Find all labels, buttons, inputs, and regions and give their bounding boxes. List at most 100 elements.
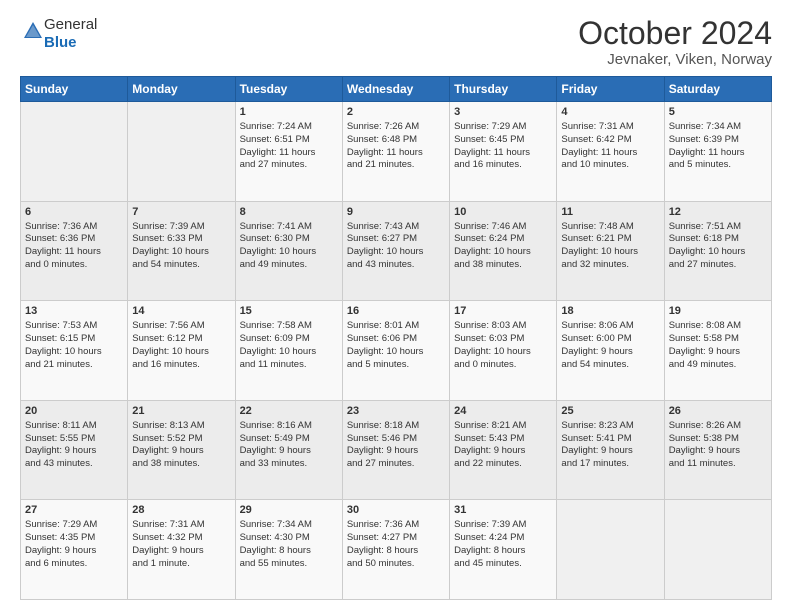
day-info-line: Sunrise: 8:18 AM	[347, 420, 445, 433]
calendar-cell: 11Sunrise: 7:48 AMSunset: 6:21 PMDayligh…	[557, 201, 664, 301]
day-info-line: Daylight: 11 hours	[669, 147, 767, 160]
day-info-line: Sunset: 4:35 PM	[25, 532, 123, 545]
day-header-monday: Monday	[128, 77, 235, 102]
day-number: 2	[347, 105, 445, 120]
day-info-line: and 6 minutes.	[25, 558, 123, 571]
day-info-line: and 22 minutes.	[454, 458, 552, 471]
day-info-line: Sunset: 6:24 PM	[454, 233, 552, 246]
logo-text: General Blue	[44, 16, 97, 52]
day-info-line: Sunrise: 7:36 AM	[25, 221, 123, 234]
day-info-line: Sunset: 5:43 PM	[454, 433, 552, 446]
day-info-line: and 54 minutes.	[561, 359, 659, 372]
day-info-line: Sunset: 4:24 PM	[454, 532, 552, 545]
calendar-cell: 21Sunrise: 8:13 AMSunset: 5:52 PMDayligh…	[128, 400, 235, 500]
day-info-line: Sunrise: 7:39 AM	[132, 221, 230, 234]
calendar-cell: 3Sunrise: 7:29 AMSunset: 6:45 PMDaylight…	[450, 102, 557, 202]
day-info-line: Daylight: 11 hours	[347, 147, 445, 160]
calendar-cell: 18Sunrise: 8:06 AMSunset: 6:00 PMDayligh…	[557, 301, 664, 401]
calendar-cell: 5Sunrise: 7:34 AMSunset: 6:39 PMDaylight…	[664, 102, 771, 202]
day-info-line: Daylight: 9 hours	[132, 545, 230, 558]
day-info-line: Sunrise: 7:58 AM	[240, 320, 338, 333]
day-info-line: Sunset: 6:06 PM	[347, 333, 445, 346]
day-info-line: Sunset: 6:36 PM	[25, 233, 123, 246]
day-number: 24	[454, 404, 552, 419]
day-info-line: Daylight: 9 hours	[25, 545, 123, 558]
calendar-cell: 6Sunrise: 7:36 AMSunset: 6:36 PMDaylight…	[21, 201, 128, 301]
day-info-line: Sunrise: 8:16 AM	[240, 420, 338, 433]
day-info-line: Sunrise: 7:53 AM	[25, 320, 123, 333]
day-info-line: Daylight: 10 hours	[347, 246, 445, 259]
calendar-page: General Blue October 2024 Jevnaker, Vike…	[0, 0, 792, 612]
day-number: 13	[25, 304, 123, 319]
calendar-cell	[664, 500, 771, 600]
day-number: 12	[669, 205, 767, 220]
calendar-cell: 4Sunrise: 7:31 AMSunset: 6:42 PMDaylight…	[557, 102, 664, 202]
day-info-line: and 49 minutes.	[669, 359, 767, 372]
calendar-cell: 14Sunrise: 7:56 AMSunset: 6:12 PMDayligh…	[128, 301, 235, 401]
day-info-line: Sunrise: 7:36 AM	[347, 519, 445, 532]
day-info-line: and 16 minutes.	[132, 359, 230, 372]
calendar-week-5: 27Sunrise: 7:29 AMSunset: 4:35 PMDayligh…	[21, 500, 772, 600]
day-number: 15	[240, 304, 338, 319]
day-info-line: Sunrise: 8:23 AM	[561, 420, 659, 433]
calendar-cell: 10Sunrise: 7:46 AMSunset: 6:24 PMDayligh…	[450, 201, 557, 301]
day-info-line: Sunset: 5:52 PM	[132, 433, 230, 446]
calendar-cell	[557, 500, 664, 600]
calendar-cell	[21, 102, 128, 202]
day-info-line: and 38 minutes.	[132, 458, 230, 471]
calendar-cell: 30Sunrise: 7:36 AMSunset: 4:27 PMDayligh…	[342, 500, 449, 600]
day-info-line: Daylight: 10 hours	[454, 346, 552, 359]
calendar-cell: 22Sunrise: 8:16 AMSunset: 5:49 PMDayligh…	[235, 400, 342, 500]
day-info-line: Sunset: 6:30 PM	[240, 233, 338, 246]
day-number: 11	[561, 205, 659, 220]
day-info-line: and 33 minutes.	[240, 458, 338, 471]
calendar-cell: 16Sunrise: 8:01 AMSunset: 6:06 PMDayligh…	[342, 301, 449, 401]
calendar-subtitle: Jevnaker, Viken, Norway	[578, 51, 772, 68]
day-info-line: and 27 minutes.	[347, 458, 445, 471]
day-info-line: Sunrise: 7:43 AM	[347, 221, 445, 234]
day-number: 3	[454, 105, 552, 120]
day-info-line: Sunrise: 7:29 AM	[454, 121, 552, 134]
day-info-line: and 21 minutes.	[25, 359, 123, 372]
calendar-cell: 19Sunrise: 8:08 AMSunset: 5:58 PMDayligh…	[664, 301, 771, 401]
day-info-line: Daylight: 10 hours	[240, 246, 338, 259]
calendar-cell: 25Sunrise: 8:23 AMSunset: 5:41 PMDayligh…	[557, 400, 664, 500]
day-info-line: and 5 minutes.	[669, 159, 767, 172]
day-info-line: and 0 minutes.	[25, 259, 123, 272]
calendar-cell: 1Sunrise: 7:24 AMSunset: 6:51 PMDaylight…	[235, 102, 342, 202]
day-number: 5	[669, 105, 767, 120]
day-info-line: Sunset: 6:03 PM	[454, 333, 552, 346]
day-info-line: Sunrise: 7:46 AM	[454, 221, 552, 234]
day-number: 20	[25, 404, 123, 419]
day-info-line: Sunrise: 8:26 AM	[669, 420, 767, 433]
day-info-line: Sunrise: 7:29 AM	[25, 519, 123, 532]
calendar-week-4: 20Sunrise: 8:11 AMSunset: 5:55 PMDayligh…	[21, 400, 772, 500]
logo: General Blue	[20, 16, 97, 52]
day-info-line: Sunrise: 7:31 AM	[132, 519, 230, 532]
day-info-line: Sunrise: 8:03 AM	[454, 320, 552, 333]
day-info-line: and 1 minute.	[132, 558, 230, 571]
day-info-line: Daylight: 10 hours	[25, 346, 123, 359]
calendar-cell: 12Sunrise: 7:51 AMSunset: 6:18 PMDayligh…	[664, 201, 771, 301]
calendar-cell: 23Sunrise: 8:18 AMSunset: 5:46 PMDayligh…	[342, 400, 449, 500]
day-info-line: Daylight: 10 hours	[347, 346, 445, 359]
day-number: 10	[454, 205, 552, 220]
day-info-line: Daylight: 9 hours	[454, 445, 552, 458]
calendar-week-2: 6Sunrise: 7:36 AMSunset: 6:36 PMDaylight…	[21, 201, 772, 301]
day-info-line: Daylight: 8 hours	[240, 545, 338, 558]
day-info-line: Sunset: 4:30 PM	[240, 532, 338, 545]
day-info-line: and 21 minutes.	[347, 159, 445, 172]
day-info-line: Sunrise: 8:13 AM	[132, 420, 230, 433]
day-info-line: Daylight: 11 hours	[454, 147, 552, 160]
day-info-line: and 11 minutes.	[669, 458, 767, 471]
day-info-line: Sunset: 6:33 PM	[132, 233, 230, 246]
day-info-line: Sunset: 6:15 PM	[25, 333, 123, 346]
calendar-cell: 2Sunrise: 7:26 AMSunset: 6:48 PMDaylight…	[342, 102, 449, 202]
calendar-cell: 17Sunrise: 8:03 AMSunset: 6:03 PMDayligh…	[450, 301, 557, 401]
calendar-cell: 29Sunrise: 7:34 AMSunset: 4:30 PMDayligh…	[235, 500, 342, 600]
day-number: 16	[347, 304, 445, 319]
day-info-line: Sunrise: 7:39 AM	[454, 519, 552, 532]
day-info-line: Daylight: 10 hours	[561, 246, 659, 259]
day-header-wednesday: Wednesday	[342, 77, 449, 102]
calendar-cell: 15Sunrise: 7:58 AMSunset: 6:09 PMDayligh…	[235, 301, 342, 401]
